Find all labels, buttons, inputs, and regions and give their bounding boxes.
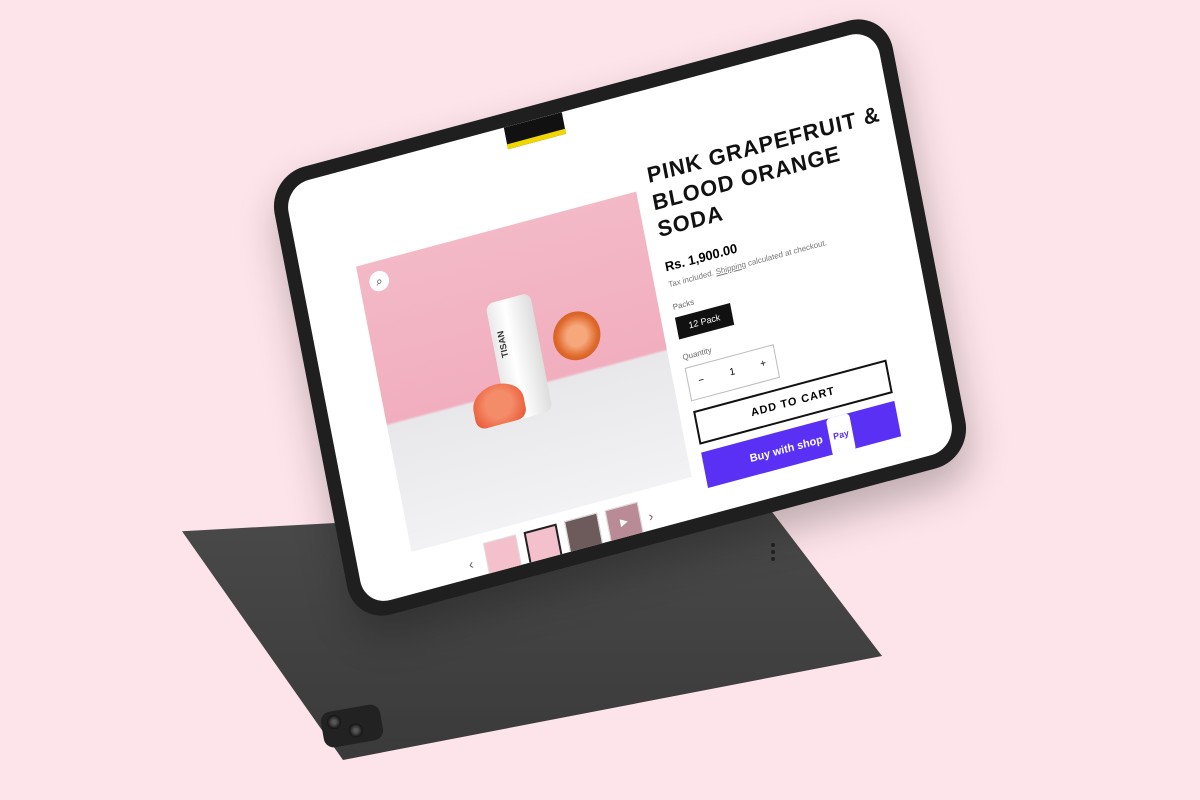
thumbnail-video[interactable] — [604, 501, 645, 544]
tablet-frame: ⌕ TISAN ‹ › PINK GRAPEFRUIT & BLOOD ORAN… — [267, 10, 973, 625]
chevron-right-icon[interactable]: › — [647, 506, 660, 524]
thumbnail-3[interactable] — [564, 512, 604, 555]
thumbnail-2[interactable] — [523, 523, 563, 566]
grapefruit-half — [549, 305, 605, 366]
chevron-left-icon[interactable]: ‹ — [467, 554, 480, 572]
tablet-dots — [771, 540, 779, 564]
can-brand: TISAN — [495, 329, 511, 359]
quantity-value: 1 — [728, 366, 737, 379]
product-details: PINK GRAPEFRUIT & BLOOD ORANGE SODA Rs. … — [645, 98, 950, 488]
product-image[interactable]: ⌕ TISAN — [356, 191, 692, 552]
zoom-icon[interactable]: ⌕ — [367, 268, 391, 294]
tablet-screen: ⌕ TISAN ‹ › PINK GRAPEFRUIT & BLOOD ORAN… — [283, 28, 957, 607]
thumbnail-1[interactable] — [482, 534, 523, 577]
product-title: PINK GRAPEFRUIT & BLOOD ORANGE SODA — [644, 101, 883, 243]
minus-icon[interactable]: − — [697, 374, 705, 386]
header-accent — [503, 112, 566, 150]
shipping-link[interactable]: Shipping — [715, 259, 747, 276]
pack-option-button[interactable]: 12 Pack — [674, 302, 734, 339]
plus-icon[interactable]: + — [759, 358, 767, 370]
